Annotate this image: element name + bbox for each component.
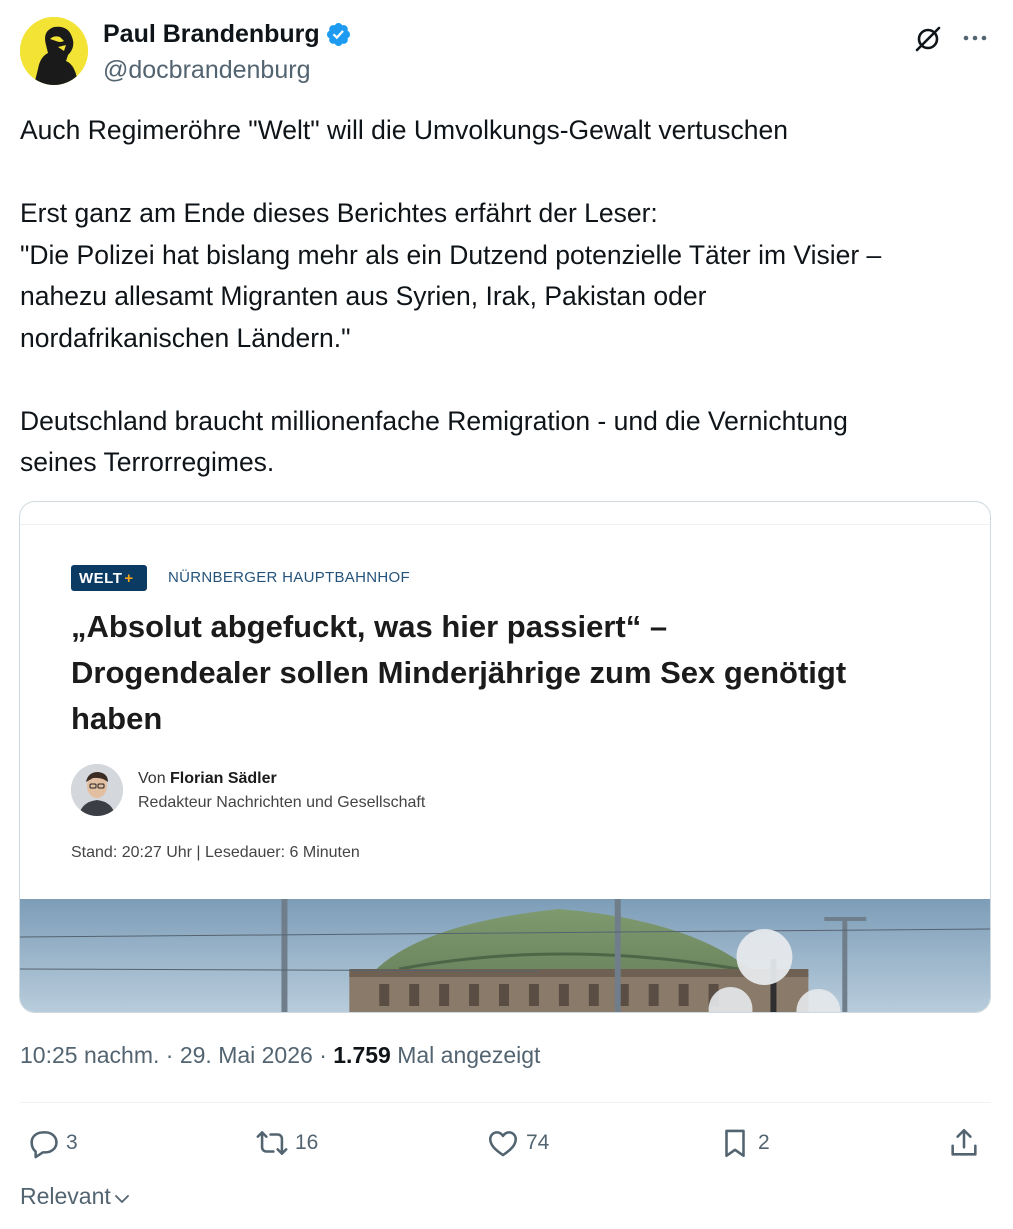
headline-line: „Absolut abgefuckt, was hier passiert“ – — [71, 609, 668, 644]
share-button[interactable] — [947, 1122, 981, 1164]
reply-button[interactable]: 3 — [26, 1122, 78, 1164]
author-name[interactable]: Paul Brandenburg — [103, 20, 320, 49]
byline-prefix: Von — [138, 770, 171, 787]
article-author-role: Redakteur Nachrichten und Gesellschaft — [138, 794, 426, 811]
tweet-header: Paul Brandenburg @docbrandenburg — [20, 16, 993, 88]
article-card[interactable]: WELT + NÜRNBERGER HAUPTBAHNHOF „Absolut a… — [19, 501, 991, 1013]
reply-sort-dropdown[interactable]: Relevant — [20, 1183, 131, 1210]
headline-line: haben — [71, 701, 163, 736]
repost-button[interactable]: 16 — [255, 1122, 318, 1164]
view-label: Mal angezeigt — [390, 1042, 541, 1068]
tweet-line: nahezu allesamt Migranten aus Syrien, Ir… — [20, 281, 707, 311]
verified-badge-icon — [326, 22, 350, 47]
share-icon — [951, 1128, 977, 1156]
tweet-time[interactable]: 10:25 nachm. — [20, 1042, 159, 1068]
article-byline: Von Florian Sädler — [138, 770, 277, 788]
actions-divider — [20, 1102, 991, 1103]
meta-separator: · — [312, 1042, 334, 1068]
author-name-row: Paul Brandenburg — [103, 20, 352, 49]
author-avatar[interactable] — [20, 17, 88, 85]
article-image — [20, 899, 990, 1012]
repost-icon — [256, 1131, 288, 1155]
grok-icon[interactable] — [913, 23, 943, 53]
logo-text: WELT — [79, 569, 123, 587]
author-handle[interactable]: @docbrandenburg — [103, 56, 310, 85]
tweet-actions: 3 16 74 2 — [20, 1122, 995, 1164]
article-timestamp: Stand: 20:27 Uhr | Lesedauer: 6 Minuten — [71, 844, 360, 861]
article-author-avatar — [71, 764, 123, 816]
article-kicker: NÜRNBERGER HAUPTBAHNHOF — [168, 569, 410, 586]
reply-sort-label: Relevant — [20, 1183, 111, 1209]
bookmark-count: 2 — [758, 1131, 770, 1154]
bookmark-icon — [725, 1129, 745, 1158]
tweet-line: seines Terrorregimes. — [20, 447, 275, 477]
reply-count: 3 — [66, 1131, 78, 1154]
tweet-line: Deutschland braucht millionenfache Remig… — [20, 405, 848, 436]
bookmark-button[interactable]: 2 — [718, 1122, 770, 1164]
article-author-name: Florian Sädler — [170, 770, 277, 787]
welt-plus-logo: WELT + — [71, 565, 147, 591]
article-headline: „Absolut abgefuckt, was hier passiert“ –… — [71, 604, 951, 742]
like-count: 74 — [526, 1131, 550, 1154]
reply-icon — [30, 1131, 58, 1159]
like-button[interactable]: 74 — [486, 1122, 549, 1164]
headline-line: Drogendealer sollen Minderjährige zum Se… — [71, 655, 847, 690]
card-divider — [20, 524, 990, 525]
tweet-date[interactable]: 29. Mai 2026 — [180, 1042, 313, 1068]
tweet-line: "Die Polizei hat bislang mehr als ein Du… — [20, 239, 882, 270]
more-options-icon[interactable] — [960, 23, 990, 53]
chevron-down-icon — [114, 1194, 129, 1203]
heart-icon — [488, 1131, 518, 1157]
tweet-meta: 10:25 nachm. · 29. Mai 2026 · 1.759 Mal … — [20, 1042, 540, 1069]
tweet-line: Erst ganz am Ende dieses Berichtes erfäh… — [20, 198, 658, 228]
view-count: 1.759 — [333, 1042, 391, 1068]
tweet-text: Auch Regimeröhre "Welt" will die Umvolku… — [20, 110, 995, 484]
meta-separator: · — [159, 1042, 180, 1068]
tweet-line: Auch Regimeröhre "Welt" will die Umvolku… — [20, 115, 788, 145]
tweet-line: nordafrikanischen Ländern." — [20, 322, 351, 353]
logo-plus: + — [124, 569, 134, 587]
repost-count: 16 — [295, 1131, 319, 1154]
